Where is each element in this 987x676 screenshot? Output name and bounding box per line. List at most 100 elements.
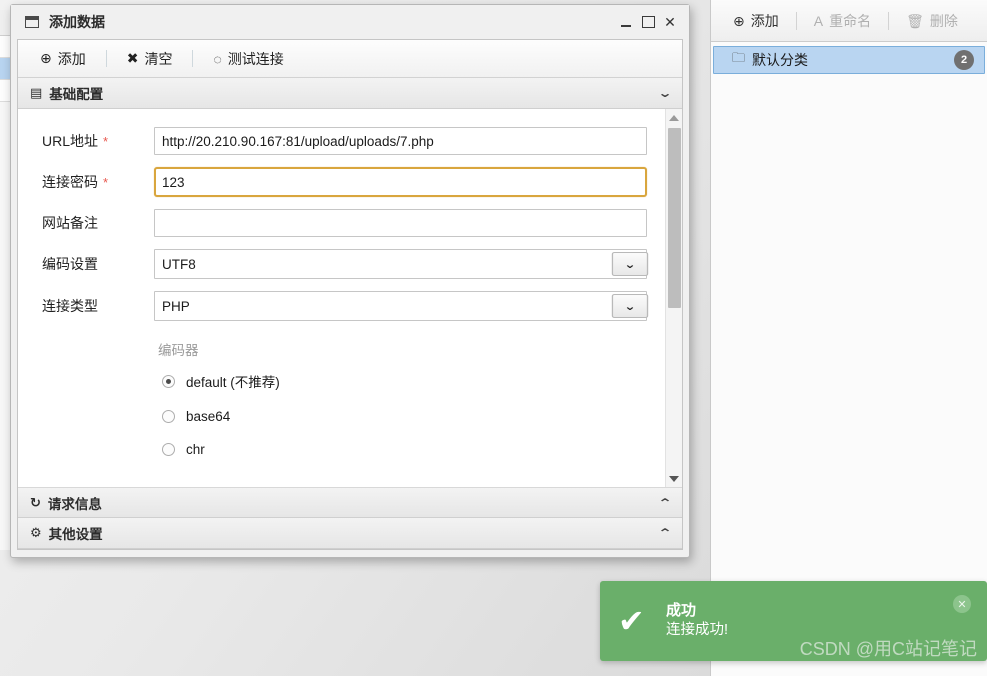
label-encoding: 编码设置 xyxy=(42,254,154,274)
radio-option-base64[interactable]: base64 xyxy=(18,409,665,424)
scrollbar-thumb[interactable] xyxy=(667,128,681,308)
success-toast: ✔ 成功 连接成功! ✕ CSDN @用C站记笔记 xyxy=(600,581,987,661)
encoder-group-title: 编码器 xyxy=(158,343,199,358)
radio-icon[interactable] xyxy=(162,410,175,423)
label-password-text: 连接密码 xyxy=(42,174,98,190)
label-connection-type: 连接类型 xyxy=(42,296,154,316)
add-category-button[interactable]: ⊕ 添加 xyxy=(725,8,787,34)
scroll-up-arrow-icon[interactable] xyxy=(666,109,683,126)
label-remark-text: 网站备注 xyxy=(42,215,98,231)
field-wrap-url xyxy=(154,127,647,155)
radio-option-default-label: default (不推荐) xyxy=(186,375,280,390)
radio-option-chr[interactable]: chr xyxy=(18,442,665,457)
close-icon[interactable]: ✕ xyxy=(953,595,971,613)
section-title-basic-config: 基础配置 xyxy=(49,87,104,102)
basic-config-form: URL地址 * 连接密码 * xyxy=(18,109,665,487)
encoding-select[interactable]: UTF8 ⌄ xyxy=(154,249,649,279)
tree-item-default-category[interactable]: 🗀 默认分类 2 xyxy=(713,46,985,74)
category-tree: 🗀 默认分类 2 xyxy=(711,42,987,74)
section-title-other-settings: 其他设置 xyxy=(48,527,103,542)
toolbar-separator xyxy=(192,50,194,67)
plus-circle-icon: ⊕ xyxy=(733,12,745,29)
chevron-up-icon: ⌃ xyxy=(657,495,673,510)
folder-icon: 🗀 xyxy=(732,50,746,65)
category-panel: ⊕ 添加 A 重命名 🗑 删除 🗀 默认分类 2 xyxy=(710,0,987,676)
field-wrap-remark xyxy=(154,209,647,237)
radio-option-base64-label: base64 xyxy=(186,409,231,424)
label-password: 连接密码 * xyxy=(42,172,154,192)
field-wrap-password xyxy=(154,167,647,197)
delete-category-button[interactable]: 🗑 删除 xyxy=(898,8,966,34)
form-row-encoding: 编码设置 UTF8 ⌄ xyxy=(18,249,665,279)
connection-type-select[interactable]: PHP ⌄ xyxy=(154,291,649,321)
section-title-request-info: 请求信息 xyxy=(47,496,102,512)
test-connection-button[interactable]: ◌ 测试连接 xyxy=(207,46,289,72)
toolbar-separator xyxy=(888,11,890,30)
minimize-button[interactable] xyxy=(615,11,637,33)
label-connection-type-text: 连接类型 xyxy=(42,298,98,314)
tree-item-label: 默认分类 xyxy=(752,52,809,68)
form-row-url: URL地址 * xyxy=(18,127,665,155)
refresh-icon: ↻ xyxy=(30,494,41,510)
maximize-button[interactable] xyxy=(637,11,659,33)
form-vertical-scrollbar[interactable] xyxy=(665,109,682,487)
label-url: URL地址 * xyxy=(42,131,154,151)
test-connection-label: 测试连接 xyxy=(227,50,284,67)
form-row-remark: 网站备注 xyxy=(18,209,665,237)
field-wrap-encoding: UTF8 ⌄ xyxy=(154,249,649,279)
add-data-dialog: 添加数据 ✕ ⊕ 添加 ✖ 清空 ◌ 测试连接 ▤ 基础配置 ⌄ URL地址 *… xyxy=(10,4,690,558)
form-row-password: 连接密码 * xyxy=(18,167,665,197)
password-input[interactable] xyxy=(154,167,647,197)
dialog-toolbar: ⊕ 添加 ✖ 清空 ◌ 测试连接 xyxy=(18,40,682,78)
add-button[interactable]: ⊕ 添加 xyxy=(34,46,92,72)
delete-category-label: 删除 xyxy=(929,12,958,29)
label-url-text: URL地址 xyxy=(42,133,99,149)
close-icon[interactable]: ✕ xyxy=(659,11,681,33)
form-row-connection-type: 连接类型 PHP ⌄ xyxy=(18,291,665,321)
required-asterisk: * xyxy=(103,174,109,190)
radio-option-default[interactable]: default (不推荐) xyxy=(18,371,665,391)
document-icon: ▤ xyxy=(30,85,43,100)
checkmark-icon: ✔ xyxy=(618,603,645,639)
category-toolbar: ⊕ 添加 A 重命名 🗑 删除 xyxy=(711,0,987,42)
toast-title: 成功 xyxy=(666,602,697,620)
scrollbar-track[interactable] xyxy=(666,126,683,470)
tree-item-count-badge: 2 xyxy=(954,50,974,70)
section-header-other-settings[interactable]: ⚙ 其他设置 ⌃ xyxy=(18,518,682,549)
label-encoding-text: 编码设置 xyxy=(42,256,98,272)
plus-circle-icon: ⊕ xyxy=(40,50,52,66)
dialog-title: 添加数据 xyxy=(49,14,105,30)
radio-option-chr-label: chr xyxy=(186,442,205,457)
toolbar-separator xyxy=(795,11,797,30)
chevron-down-icon[interactable]: ⌄ xyxy=(611,294,649,318)
rename-category-button[interactable]: A 重命名 xyxy=(806,8,879,34)
add-button-label: 添加 xyxy=(57,50,86,67)
add-category-label: 添加 xyxy=(750,12,779,29)
dialog-titlebar[interactable]: 添加数据 ✕ xyxy=(11,5,689,39)
rename-icon: A xyxy=(813,12,824,29)
rename-category-label: 重命名 xyxy=(829,12,872,29)
chevron-down-icon[interactable]: ⌄ xyxy=(611,252,649,276)
section-header-basic-config[interactable]: ▤ 基础配置 ⌄ xyxy=(18,78,682,109)
dialog-body: ⊕ 添加 ✖ 清空 ◌ 测试连接 ▤ 基础配置 ⌄ URL地址 * http:/… xyxy=(17,39,683,550)
clear-button-label: 清空 xyxy=(144,50,173,67)
trash-icon: 🗑 xyxy=(906,12,924,29)
toolbar-separator xyxy=(105,50,107,67)
clear-button[interactable]: ✖ 清空 xyxy=(121,46,179,72)
gears-icon: ⚙ xyxy=(30,525,42,540)
chevron-down-icon: ⌄ xyxy=(657,86,673,100)
scroll-down-arrow-icon[interactable] xyxy=(666,470,683,487)
spinner-icon: ◌ xyxy=(213,50,222,67)
field-wrap-connection-type: PHP ⌄ xyxy=(154,291,649,321)
window-icon xyxy=(25,16,39,28)
url-input[interactable] xyxy=(154,127,647,155)
remark-input[interactable] xyxy=(154,209,647,237)
radio-icon[interactable] xyxy=(162,374,175,388)
label-remark: 网站备注 xyxy=(42,213,154,233)
basic-config-scroll-area: URL地址 * 连接密码 * xyxy=(18,109,682,487)
required-asterisk: * xyxy=(103,133,109,149)
connection-type-select-value: PHP xyxy=(162,298,190,314)
section-header-request-info[interactable]: ↻ 请求信息 ⌃ xyxy=(18,487,682,518)
radio-icon[interactable] xyxy=(162,443,175,456)
watermark-text: CSDN @用C站记笔记 xyxy=(799,639,977,659)
